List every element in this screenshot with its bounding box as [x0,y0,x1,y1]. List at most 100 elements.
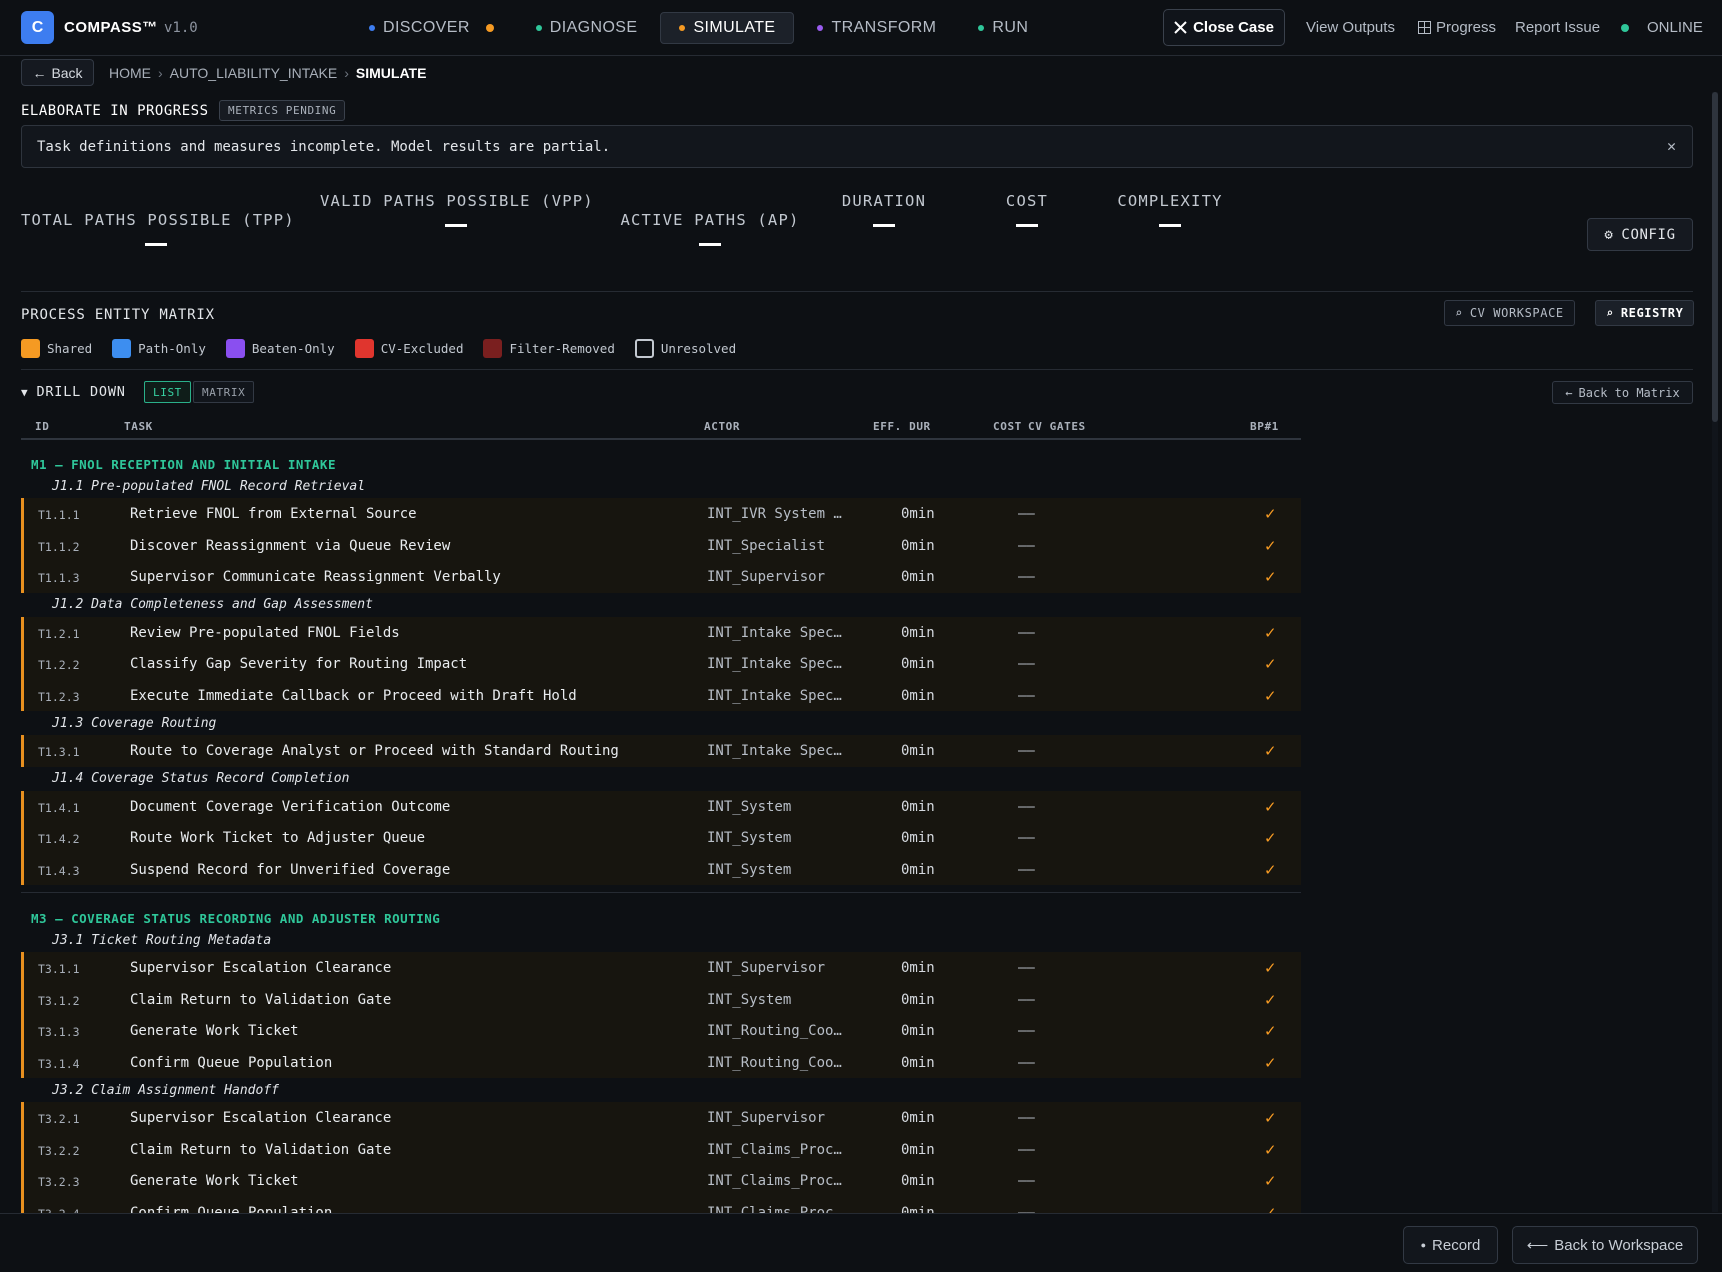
registry-button[interactable]: ⌕ REGISTRY [1595,300,1695,326]
col-cv-gates[interactable]: CV GATES [1028,420,1086,433]
connection-status: ONLINE [1621,19,1703,36]
task-cost: —— [1018,1141,1035,1158]
close-icon[interactable]: ✕ [1667,137,1676,155]
task-id: T1.3.1 [38,745,80,759]
table-row[interactable]: T1.4.1 Document Coverage Verification Out… [21,790,1301,822]
cv-workspace-button[interactable]: ⌕ CV WORKSPACE [1444,300,1575,326]
col-task[interactable]: TASK [124,420,153,433]
config-button[interactable]: ⚙ CONFIG [1587,218,1693,251]
tab-diagnose[interactable]: DIAGNOSE [517,12,657,44]
metric-value [445,224,467,227]
task-actor: INT_Supervisor [707,1110,826,1126]
table-row[interactable]: T3.1.1 Supervisor Escalation Clearance INT… [21,952,1301,984]
task-id: T3.2.2 [38,1143,80,1158]
footer-bar: ● Record ⟵ Back to Workspace [0,1213,1722,1272]
task-duration: 0min [901,1141,935,1158]
task-duration: 0min [901,1054,935,1071]
tab-discover[interactable]: DISCOVER [350,12,513,44]
record-button[interactable]: ● Record [1403,1226,1498,1264]
bp-check-icon: ✓ [1264,536,1277,555]
task-id: T3.1.2 [38,993,80,1008]
table-row[interactable]: T3.1.4 Confirm Queue Population INT_Routin… [21,1046,1301,1078]
col-cost[interactable]: COST [993,420,1022,433]
progress-link[interactable]: Progress [1418,19,1496,36]
task-table-body: M1 — FNOL RECEPTION AND INITIAL INTAKE J1… [21,441,1301,1213]
tab-run[interactable]: RUN [959,12,1047,44]
table-row[interactable]: T1.3.1 Route to Coverage Analyst or Proce… [21,735,1301,767]
table-row[interactable]: T3.2.4Confirm Queue PopulationINT_Claims… [21,1196,1301,1214]
task-cost: —— [1018,537,1035,554]
task-cost: —— [1018,861,1035,878]
task-duration: 0min [901,624,935,641]
back-to-workspace-button[interactable]: ⟵ Back to Workspace [1512,1226,1698,1264]
module-header[interactable]: M3 — COVERAGE STATUS RECORDING AND ADJUS… [21,899,1301,928]
legend-swatch [21,339,40,358]
col-bp1[interactable]: BP#1 [1250,420,1279,433]
report-issue-link[interactable]: Report Issue [1515,19,1600,36]
scrollbar[interactable] [1712,92,1718,1212]
task-cost: —— [1018,1173,1035,1189]
view-matrix-toggle[interactable]: MATRIX [193,381,255,403]
table-row[interactable]: T1.1.3 Supervisor Communicate Reassignmen… [21,561,1301,593]
task-id: T1.4.2 [38,832,80,846]
task-actor: INT_Intake Spec… [707,743,842,759]
online-dot-icon [1621,23,1629,32]
task-name: Generate Work Ticket [130,1173,299,1189]
table-row[interactable]: T1.2.2 Classify Gap Severity for Routing … [21,648,1301,680]
task-actor: INT_IVR System … [707,506,842,522]
back-to-matrix-button[interactable]: ← Back to Matrix [1552,381,1693,404]
status-dot-icon [535,25,542,31]
col-id[interactable]: ID [35,420,49,433]
bp-check-icon: ✓ [1264,623,1277,642]
table-row[interactable]: T3.1.3 Generate Work Ticket INT_Routing_Co… [21,1015,1301,1047]
task-id: T3.2.1 [38,1112,80,1126]
table-row[interactable]: T1.2.3 Execute Immediate Callback or Proc… [21,679,1301,711]
app-logo: C [21,11,54,44]
tab-simulate[interactable]: SIMULATE [660,12,795,44]
task-id: T3.1.4 [38,1056,80,1071]
table-row[interactable]: T3.2.2 Claim Return to Validation Gate INT… [21,1133,1301,1165]
task-cost: —— [1018,743,1035,759]
chevron-right-icon: › [158,65,163,81]
bp-check-icon: ✓ [1264,1203,1277,1214]
task-id: T1.1.2 [38,539,80,554]
col-eff-dur[interactable]: EFF. DUR [873,420,931,433]
table-row[interactable]: T1.4.3 Suspend Record for Unverified Cove… [21,853,1301,885]
task-duration: 0min [901,798,935,815]
bp-check-icon: ✓ [1264,568,1277,586]
breadcrumb-case[interactable]: AUTO_LIABILITY_INTAKE [170,65,338,81]
table-row[interactable]: T3.1.2 Claim Return to Validation Gate INT… [21,983,1301,1015]
bp-check-icon: ✓ [1264,1172,1277,1190]
gear-icon: ⚙ [1604,226,1614,243]
table-row[interactable]: T1.1.1 Retrieve FNOL from External Source… [21,498,1301,530]
task-actor: INT_Intake Spec… [707,687,842,704]
table-row[interactable]: T3.2.3 Generate Work Ticket INT_Claims_Pro… [21,1165,1301,1197]
bp-check-icon: ✓ [1264,742,1277,760]
table-row[interactable]: T3.2.1 Supervisor Escalation Clearance INT… [21,1102,1301,1134]
search-icon: ⌕ [1606,306,1614,320]
scrollbar-thumb[interactable] [1712,92,1718,422]
bp-check-icon: ✓ [1264,1053,1277,1072]
legend-swatch [483,339,503,358]
table-row[interactable]: T1.2.1 Review Pre-populated FNOL Fields IN… [21,616,1301,648]
breadcrumb-home[interactable]: HOME [109,65,151,81]
table-row[interactable]: T1.1.2 Discover Reassignment via Queue Re… [21,529,1301,561]
task-id: T1.4.1 [38,800,80,815]
task-name: Document Coverage Verification Outcome [130,798,451,815]
close-case-button[interactable]: Close Case [1163,9,1285,46]
task-actor: INT_Intake Spec… [707,656,842,672]
status-badge: METRICS PENDING [219,100,346,121]
task-duration: 0min [901,1204,935,1214]
bp-check-icon: ✓ [1264,505,1277,523]
tab-transform[interactable]: TRANSFORM [798,12,955,44]
module-header[interactable]: M1 — FNOL RECEPTION AND INITIAL INTAKE [21,445,1301,474]
group-header: J1.3 Coverage Routing [52,715,217,731]
col-actor[interactable]: ACTOR [704,420,740,433]
back-button[interactable]: ← Back [21,59,94,86]
view-list-toggle[interactable]: LIST [144,381,191,403]
table-row[interactable]: T1.4.2 Route Work Ticket to Adjuster Queu… [21,822,1301,854]
legend-shared: Shared [21,339,92,358]
view-outputs-link[interactable]: View Outputs [1306,19,1395,36]
drill-down-toggle[interactable]: ▼ DRILL DOWN [21,384,126,400]
task-name: Route Work Ticket to Adjuster Queue [130,830,426,846]
